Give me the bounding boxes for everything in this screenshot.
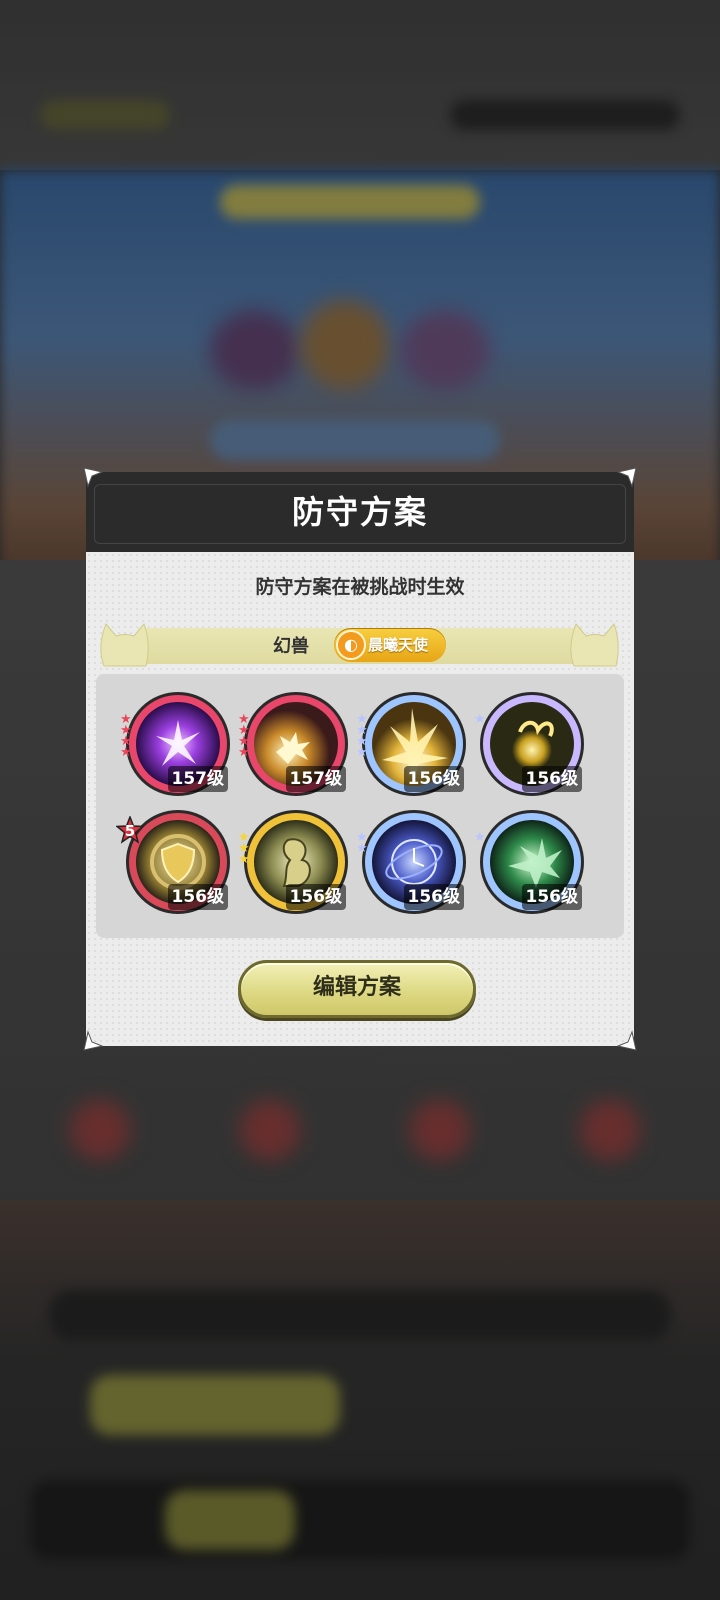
shield-icon: ◐ [336, 630, 366, 660]
star-rating: ★ [474, 830, 492, 845]
skill-slot[interactable]: ★ ★ 156级 [356, 810, 468, 916]
star-rating: ★ ★ ★ ★ [238, 713, 256, 760]
corner-ornament-icon [616, 466, 638, 488]
rank-number: 5 [124, 822, 136, 840]
skill-level: 156级 [521, 766, 582, 792]
star-icon: ★ [120, 745, 132, 760]
skill-slot[interactable]: ★ ★ ★ ★ 157级 [238, 692, 350, 798]
rank-star-badge: 5 [116, 816, 144, 844]
pet-banner: 幻兽 ◐ 晨曦天使 [98, 620, 622, 670]
skill-slot[interactable]: ★ ★ ★ ★ 156级 [356, 692, 468, 798]
star-icon: ★ [238, 745, 250, 760]
star-rating: ★ ★ ★ ★ [356, 713, 374, 760]
pet-name-badge[interactable]: ◐ 晨曦天使 [334, 628, 446, 662]
star-rating: ★ ★ [356, 831, 374, 856]
skill-level: 156级 [403, 766, 464, 792]
skill-level: 156级 [285, 884, 346, 910]
star-icon: ★ [356, 841, 368, 856]
corner-ornament-icon [616, 1030, 638, 1052]
star-icon: ★ [474, 712, 486, 727]
star-icon: ★ [474, 830, 486, 845]
star-rating: ★ ★ ★ ★ [120, 713, 138, 760]
skill-slot[interactable]: 5 156级 [116, 810, 232, 916]
skill-slot[interactable]: ★ ★ ★ 156级 [238, 810, 350, 916]
dialog-subtitle: 防守方案在被挑战时生效 [255, 576, 465, 598]
skill-level: 156级 [167, 884, 228, 910]
pet-label: 幻兽 [273, 636, 309, 657]
skill-slot[interactable]: ★ ★ ★ ★ 157级 [120, 692, 232, 798]
defense-plan-dialog: 防守方案 防守方案在被挑战时生效 幻兽 ◐ 晨曦天使 ★ ★ ★ ★ 157级 ★ ★ ★ ★ 1… [83, 467, 637, 1051]
cat-ornament-icon [98, 620, 152, 670]
skills-panel: ★ ★ ★ ★ 157级 ★ ★ ★ ★ 157级 ★ ★ ★ ★ 156级 ★ 156级 5 156级 ★ ★ ★ 156… [96, 674, 624, 938]
skill-level: 157级 [285, 766, 346, 792]
dialog-title: 防守方案 [291, 493, 428, 531]
cat-ornament-icon [568, 620, 622, 670]
corner-ornament-icon [82, 466, 104, 488]
star-rating: ★ [474, 712, 492, 727]
star-icon: ★ [238, 852, 250, 867]
skill-slot[interactable]: ★ 156级 [474, 692, 586, 798]
skill-slot[interactable]: ★ 156级 [474, 810, 586, 916]
skill-level: 157级 [167, 766, 228, 792]
skill-level: 156级 [521, 884, 582, 910]
edit-plan-button[interactable]: 编辑方案 [238, 960, 476, 1018]
pet-name: 晨曦天使 [368, 636, 429, 654]
corner-ornament-icon [82, 1030, 104, 1052]
star-rating: ★ ★ ★ [238, 831, 256, 867]
skill-level: 156级 [403, 884, 464, 910]
star-icon: ★ [356, 745, 368, 760]
